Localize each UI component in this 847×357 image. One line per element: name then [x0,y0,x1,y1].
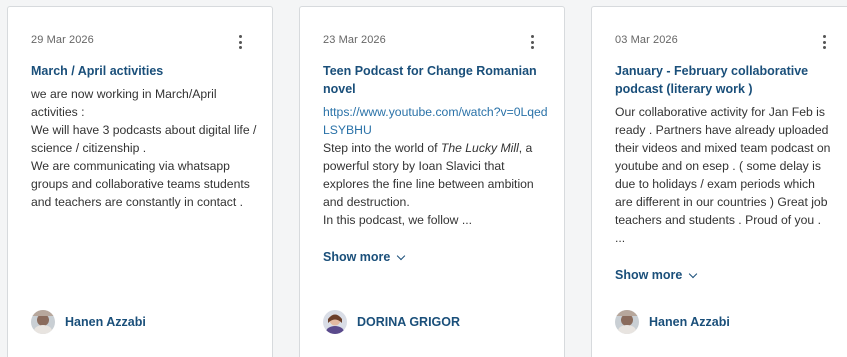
more-vertical-icon[interactable] [818,35,830,49]
show-more-button[interactable]: Show more [323,250,406,264]
post-body: Our collaborative activity for Jan Feb i… [615,103,835,247]
post-date: 29 Mar 2026 [31,34,94,46]
chevron-down-icon [397,251,406,260]
chevron-down-icon [689,269,698,278]
post-body-paragraph: Step into the world of The Lucky Mill, a… [323,141,534,209]
post-body-ellipsis: ... [615,231,626,245]
post-card: 29 Mar 2026 March / April activities we … [7,6,273,357]
post-author[interactable]: DORINA GRIGOR [323,310,460,334]
post-title[interactable]: Teen Podcast for Change Romanian novel [323,62,545,98]
post-card: 03 Mar 2026 January - February collabora… [591,6,847,357]
post-body-line: We are communicating via whatsapp groups… [31,159,250,209]
book-title: The Lucky Mill [440,141,519,155]
more-vertical-icon[interactable] [526,35,538,49]
avatar [615,310,639,334]
post-author[interactable]: Hanen Azzabi [615,310,730,334]
post-date: 23 Mar 2026 [323,34,386,46]
author-name[interactable]: Hanen Azzabi [65,315,146,329]
show-more-label: Show more [323,250,391,264]
post-body: we are now working in March/April activi… [31,85,259,211]
avatar [31,310,55,334]
show-more-label: Show more [615,268,683,282]
post-body: https://www.youtube.com/watch?v=0LqedLSY… [323,103,551,229]
post-body-line: We will have 3 podcasts about digital li… [31,123,257,155]
post-title[interactable]: January - February collaborative podcast… [615,62,825,98]
posts-feed: 29 Mar 2026 March / April activities we … [0,0,847,357]
post-date: 03 Mar 2026 [615,34,678,46]
post-body-paragraph: Our collaborative activity for Jan Feb i… [615,105,831,227]
post-body-line: we are now working in March/April activi… [31,87,217,119]
author-name[interactable]: DORINA GRIGOR [357,315,460,329]
post-card: 23 Mar 2026 Teen Podcast for Change Roma… [299,6,565,357]
author-name[interactable]: Hanen Azzabi [649,315,730,329]
avatar [323,310,347,334]
show-more-button[interactable]: Show more [615,268,698,282]
post-body-line: In this podcast, we follow ... [323,213,473,227]
youtube-link[interactable]: https://www.youtube.com/watch?v=0LqedLSY… [323,105,548,137]
post-title[interactable]: March / April activities [31,62,251,80]
more-vertical-icon[interactable] [234,35,246,49]
post-author[interactable]: Hanen Azzabi [31,310,146,334]
